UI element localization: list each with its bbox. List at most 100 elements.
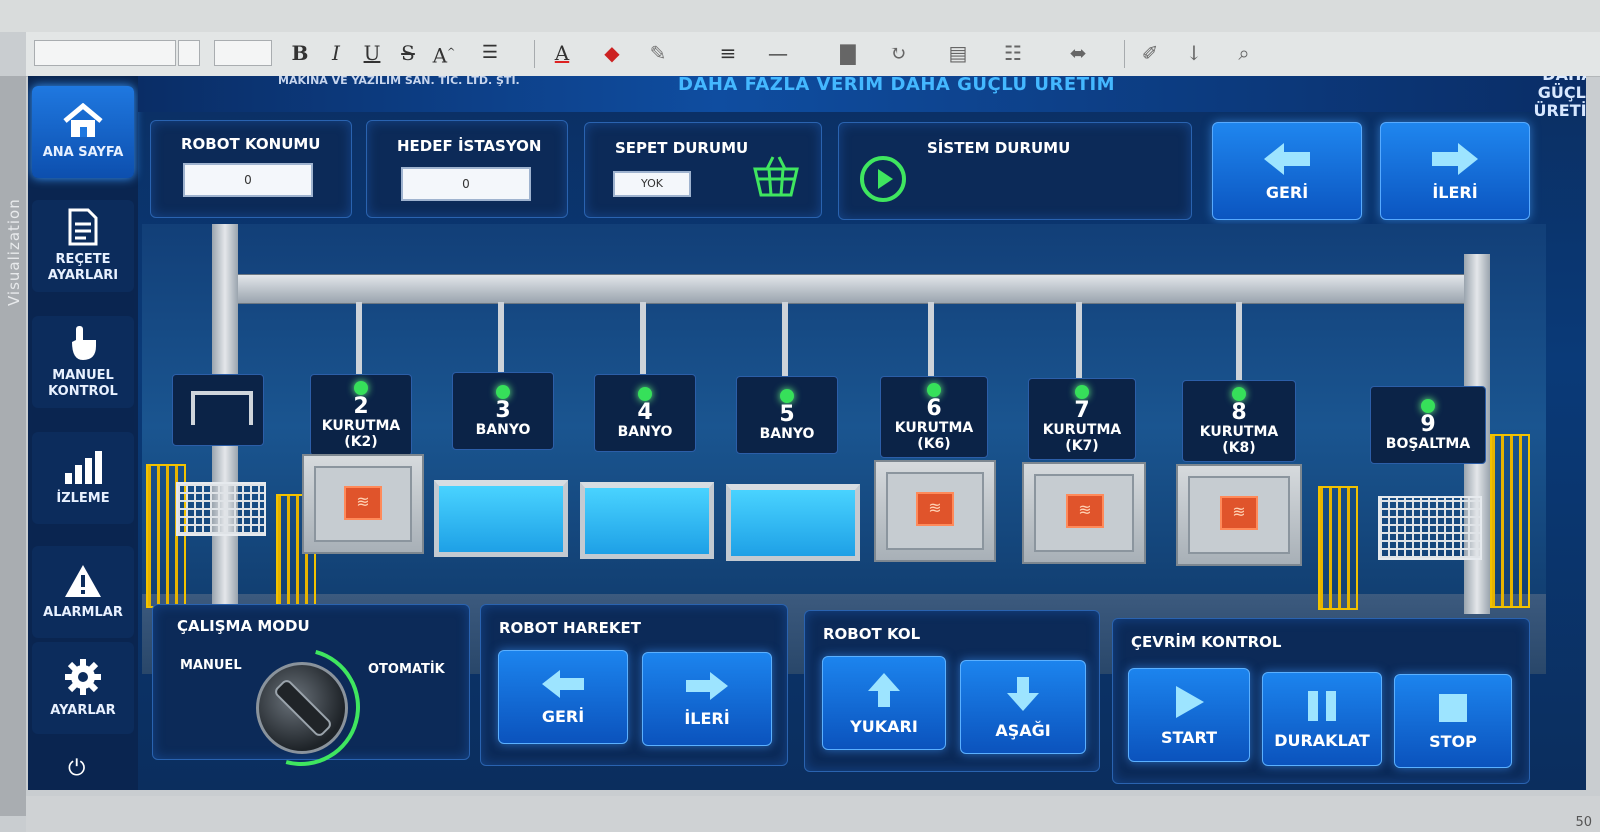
station-rod (928, 302, 934, 382)
align-left-icon[interactable]: ▤ (946, 40, 970, 66)
sidebar-item-manuel-kontrol[interactable]: MANUEL KONTROL (32, 316, 134, 408)
mode-selector-knob[interactable] (256, 662, 348, 754)
robot-konumu-value: 0 (183, 163, 313, 197)
stop-icon (1439, 693, 1467, 722)
station-name: BANYO (475, 421, 531, 438)
play-status-icon (860, 156, 906, 202)
underline-button[interactable]: U (360, 40, 384, 66)
sistem-durumu-label: SİSTEM DURUMU (927, 139, 1071, 157)
status-led (927, 382, 941, 397)
bath-tank-3 (434, 480, 568, 557)
italic-button[interactable]: I (324, 40, 348, 66)
robot-asagi-button[interactable]: AŞAĞI (960, 660, 1086, 754)
station-rod (498, 302, 504, 382)
bold-button[interactable]: B (288, 40, 312, 66)
sidebar-item-izleme[interactable]: İZLEME (32, 432, 134, 524)
status-led (354, 380, 368, 395)
station-7-label: 7 KURUTMA (K7) (1028, 378, 1136, 460)
hedef-istasyon-value: 0 (401, 167, 531, 201)
line-color-icon[interactable]: ✎ (646, 40, 670, 66)
status-led (638, 386, 652, 401)
station-number: 9 (1420, 411, 1436, 437)
mode-manuel-label: MANUEL (180, 658, 242, 673)
start-button[interactable]: START (1128, 668, 1250, 762)
header-geri-button[interactable]: GERİ (1212, 122, 1362, 220)
arrow-right-icon (1432, 142, 1478, 175)
station-name: KURUTMA (321, 417, 401, 434)
monitor-bezel (0, 0, 1600, 32)
station-number: 7 (1074, 397, 1090, 423)
robot-hareket-title: ROBOT HAREKET (499, 619, 642, 637)
sidebar-item-ana-sayfa[interactable]: ANA SAYFA (32, 86, 134, 178)
station-number: 4 (637, 399, 653, 425)
visualization-tab[interactable]: Visualization (5, 198, 23, 306)
mode-otomatik-label: OTOMATİK (368, 662, 445, 677)
sidebar-item-label: İZLEME (56, 491, 110, 506)
loading-basket (176, 482, 266, 536)
oven-k2: ≋ (302, 454, 424, 554)
format-painter-icon[interactable]: ✐ (1138, 40, 1162, 66)
status-led (1232, 386, 1246, 401)
station-code: (K8) (1222, 439, 1256, 456)
spacing-icon[interactable]: ⬌ (1066, 40, 1090, 66)
font-grow-label: A (432, 43, 448, 68)
arrow-down-icon (1007, 676, 1039, 711)
line-weight-icon[interactable]: ≡ (716, 40, 740, 66)
station-code: (K7) (1065, 437, 1099, 454)
zoom-select-icon[interactable]: ⌕ (1232, 40, 1256, 66)
power-icon[interactable]: ⏻ (68, 756, 85, 781)
duraklat-button[interactable]: DURAKLAT (1262, 672, 1382, 766)
fill-color-icon[interactable]: ◆ (600, 40, 624, 66)
heater-icon: ≋ (344, 486, 382, 520)
safety-fence-right-2 (1490, 434, 1530, 608)
font-name-dropdown-icon[interactable] (178, 40, 200, 66)
font-name-field[interactable] (34, 40, 176, 66)
sidebar-item-label: REÇETE AYARLARI (47, 252, 119, 283)
sidebar-item-ayarlar[interactable]: AYARLAR (32, 642, 134, 734)
play-icon (1176, 685, 1204, 718)
stop-button[interactable]: STOP (1394, 674, 1512, 768)
line-style-icon[interactable]: — (766, 40, 790, 66)
heater-icon: ≋ (916, 492, 954, 526)
slogan: DAHA FAZLA VERİM DAHA GÜÇLÜ ÜRETİM (678, 76, 1116, 95)
robot-geri-button[interactable]: GERİ (498, 650, 628, 744)
status-led (1421, 398, 1435, 413)
home-icon (63, 103, 103, 137)
toolbar-separator (534, 40, 535, 68)
font-color-button[interactable]: A (550, 40, 574, 66)
sepet-durumu-label: SEPET DURUMU (615, 139, 749, 157)
pause-icon (1308, 690, 1336, 721)
editor-side-strip: Visualization (0, 76, 26, 816)
robot-yukari-button[interactable]: YUKARI (822, 656, 946, 750)
header-ileri-button[interactable]: İLERİ (1380, 122, 1530, 220)
shape-fill-icon[interactable]: ▇ (836, 40, 860, 66)
editor-status-bar: 50 (26, 796, 1600, 832)
sidebar-item-alarmlar[interactable]: ALARMLAR (32, 546, 134, 638)
station-6-label: 6 KURUTMA (K6) (880, 376, 988, 458)
corner-slogan-line2: ÜRETİM (1533, 101, 1586, 120)
align-icon[interactable]: ☰ (478, 40, 502, 66)
station-name: BANYO (617, 423, 673, 440)
heater-icon: ≋ (1066, 494, 1104, 528)
sidebar-item-label: AYARLAR (50, 703, 116, 718)
robot-konumu-label: ROBOT KONUMU (181, 135, 321, 153)
font-grow-button[interactable]: A^ (432, 40, 456, 68)
distribute-icon[interactable]: ☷ (1001, 40, 1025, 66)
station-number: 2 (353, 393, 369, 419)
station-name: KURUTMA (1199, 423, 1279, 440)
hedef-istasyon-panel: HEDEF İSTASYON 0 (366, 120, 568, 218)
station-number: 6 (926, 395, 942, 421)
sidebar-item-recete-ayarlari[interactable]: REÇETE AYARLARI (32, 200, 134, 292)
robot-asagi-label: AŞAĞI (995, 720, 1051, 740)
sort-icon[interactable]: ↓ (1182, 40, 1206, 66)
rotate-icon[interactable]: ↻ (886, 40, 910, 66)
robot-ileri-button[interactable]: İLERİ (642, 652, 772, 746)
cevrim-kontrol-title: ÇEVRİM KONTROL (1131, 633, 1282, 651)
document-icon (68, 208, 98, 246)
station-rod (782, 302, 788, 382)
calisma-modu-title: ÇALIŞMA MODU (177, 617, 310, 635)
bath-tank-5 (726, 484, 860, 561)
font-size-field[interactable] (214, 40, 272, 66)
strikethrough-button[interactable]: S (396, 40, 420, 66)
header-banner: MAKİNA VE YAZILIM SAN. TİC. LTD. ŞTİ. DA… (138, 76, 1586, 120)
